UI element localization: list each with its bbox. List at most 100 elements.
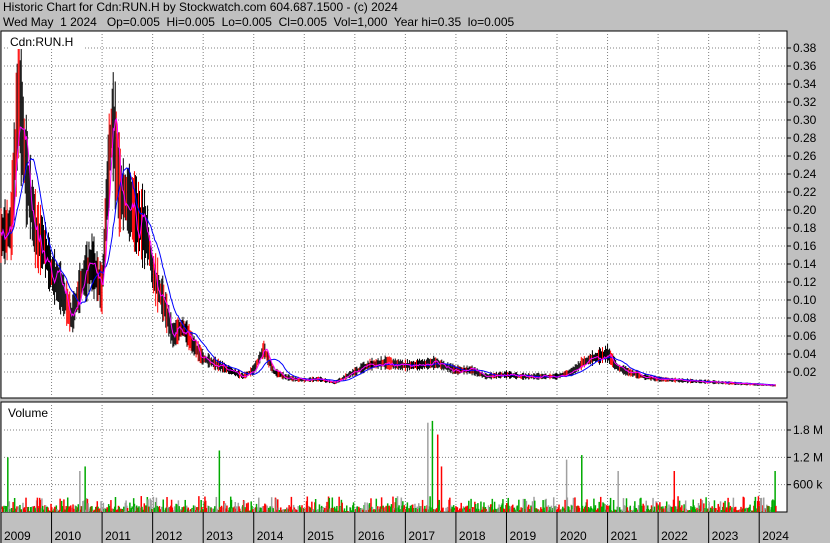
volume-bar — [468, 508, 471, 512]
price-tick-label: 0.10 — [793, 293, 817, 307]
volume-bar — [314, 499, 317, 512]
volume-bar — [775, 505, 777, 512]
volume-bar — [56, 509, 58, 512]
volume-bar — [29, 507, 32, 512]
volume-label: Volume — [8, 406, 48, 420]
volume-bar — [100, 501, 102, 512]
x-tick-label: 2022 — [661, 529, 688, 543]
price-tick-label: 0.34 — [793, 77, 817, 91]
volume-bar — [708, 502, 710, 512]
x-tick-label: 2012 — [156, 529, 183, 543]
price-tick-label: 0.02 — [793, 365, 817, 379]
volume-bar — [143, 503, 146, 512]
volume-bar — [27, 506, 30, 512]
volume-y-axis: 1.8 M 1.2 M 600 k — [787, 423, 823, 492]
volume-bar — [694, 509, 697, 512]
price-tick-label: 0.32 — [793, 95, 817, 109]
volume-bar — [666, 508, 669, 512]
price-y-axis: 0.38 0.36 0.34 0.32 0.30 0.28 0.26 0.24 0.22 0.20… — [787, 41, 817, 379]
volume-bar — [390, 504, 393, 512]
volume-bar — [705, 497, 707, 512]
volume-bar — [247, 502, 249, 512]
volume-bar — [343, 508, 346, 512]
volume-bar — [20, 509, 23, 512]
x-tick-label: 2015 — [307, 529, 334, 543]
volume-bar — [431, 420, 434, 512]
volume-bar — [652, 497, 654, 512]
volume-bar — [332, 507, 334, 512]
volume-bar — [259, 507, 262, 512]
volume-bar — [618, 507, 621, 512]
price-tick-label: 0.38 — [793, 41, 817, 55]
price-tick-label: 0.16 — [793, 239, 817, 253]
volume-bar — [236, 506, 238, 512]
volume-tick-label: 1.2 M — [793, 450, 823, 464]
price-tick-label: 0.14 — [793, 257, 817, 271]
volume-bar — [456, 507, 459, 512]
volume-tick-label: 600 k — [793, 478, 823, 492]
volume-bar — [525, 500, 528, 512]
volume-bar — [350, 510, 353, 512]
price-tick-label: 0.36 — [793, 59, 817, 73]
x-tick-label: 2011 — [105, 529, 131, 543]
price-tick-label: 0.30 — [793, 113, 817, 127]
volume-bar — [218, 450, 221, 512]
volume-bar — [516, 505, 519, 512]
volume-bar — [205, 508, 208, 512]
volume-bar — [603, 503, 605, 512]
price-tick-label: 0.22 — [793, 185, 817, 199]
volume-bar — [465, 506, 467, 512]
volume-bar — [513, 507, 516, 512]
price-tick-label: 0.08 — [793, 311, 817, 325]
volume-bar — [77, 504, 80, 512]
volume-bar — [290, 496, 293, 512]
price-tick-label: 0.26 — [793, 149, 817, 163]
volume-bar — [118, 506, 121, 512]
volume-bar — [79, 471, 81, 512]
volume-bar — [568, 506, 570, 512]
price-tick-label: 0.24 — [793, 167, 817, 181]
volume-bar — [255, 503, 258, 512]
volume-bar — [749, 504, 751, 512]
volume-bar — [7, 457, 9, 512]
volume-bar — [356, 506, 359, 512]
price-tick-label: 0.28 — [793, 131, 817, 145]
volume-bar — [754, 496, 757, 512]
x-tick-label: 2018 — [459, 529, 486, 543]
volume-bar — [42, 509, 45, 512]
volume-bar — [160, 506, 163, 512]
volume-bar — [427, 422, 429, 512]
volume-bar — [110, 500, 112, 512]
volume-bar — [214, 506, 216, 512]
volume-bar — [171, 507, 174, 512]
volume-bar — [220, 505, 223, 512]
price-tick-label: 0.04 — [793, 347, 817, 361]
volume-bar — [720, 510, 723, 512]
volume-bar — [546, 506, 548, 512]
volume-bar — [438, 499, 440, 512]
volume-bar — [673, 471, 676, 512]
price-tick-label: 0.18 — [793, 221, 817, 235]
volume-bar — [5, 506, 8, 512]
volume-bar — [762, 497, 765, 512]
volume-bar — [162, 499, 164, 512]
volume-bar — [578, 507, 581, 512]
volume-bar — [272, 508, 274, 512]
price-tick-label: 0.06 — [793, 329, 817, 343]
volume-bar — [626, 507, 629, 512]
x-tick-label: 2010 — [55, 529, 82, 543]
volume-bar — [406, 502, 409, 512]
volume-bar — [420, 505, 422, 512]
volume-bar — [598, 501, 600, 512]
x-axis: 2009 2010 2011 2012 2013 2014 2015 2016 2017 2018… — [0, 512, 789, 543]
volume-bar — [653, 506, 656, 512]
volume-bar — [288, 505, 290, 512]
x-tick-label: 2017 — [408, 529, 435, 543]
volume-bar — [84, 466, 86, 512]
volume-bar — [123, 506, 125, 512]
volume-bar — [442, 507, 444, 512]
volume-bar — [436, 434, 439, 512]
volume-bar — [385, 505, 387, 512]
volume-bar — [364, 502, 366, 512]
x-tick-label: 2016 — [358, 529, 385, 543]
